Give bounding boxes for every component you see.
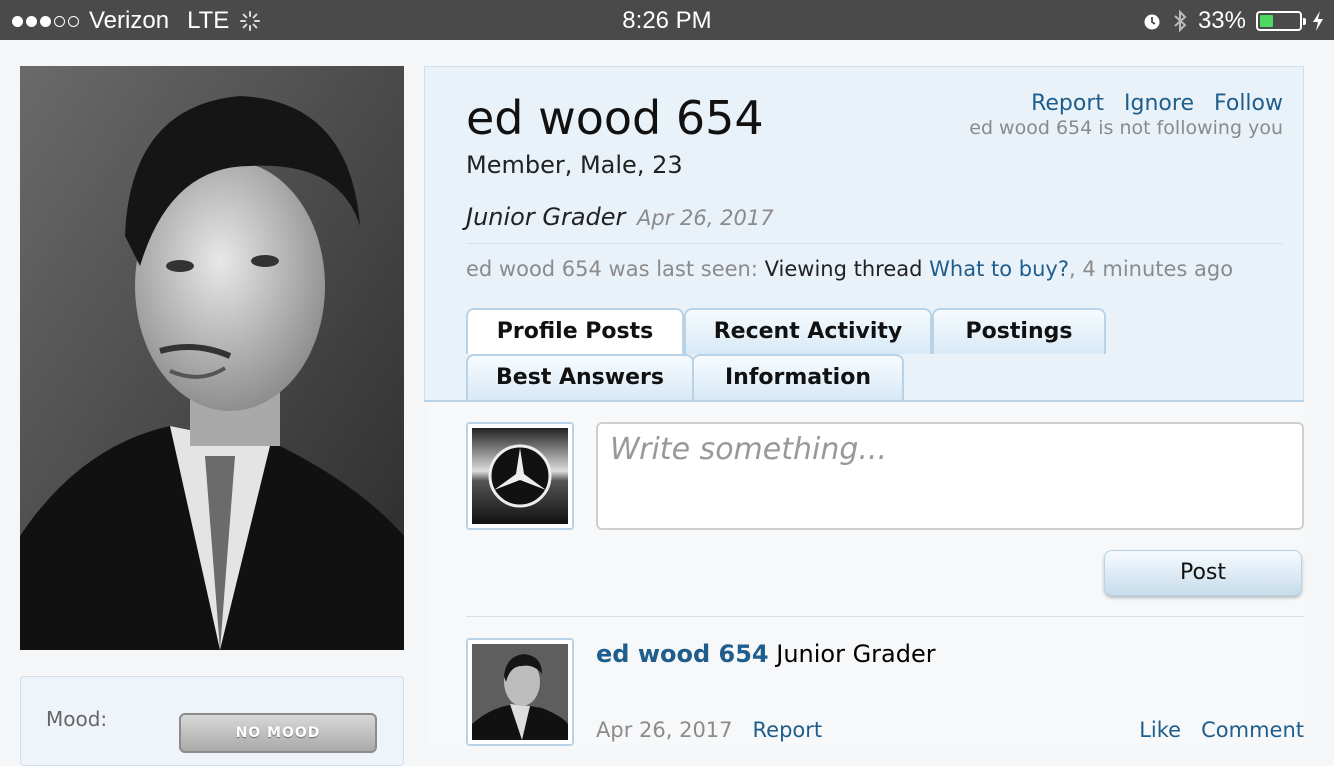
tab-profile-posts[interactable]: Profile Posts <box>466 308 684 354</box>
tab-information[interactable]: Information <box>692 354 904 400</box>
join-date: Apr 26, 2017 <box>637 206 774 230</box>
divider <box>466 616 1304 617</box>
report-link[interactable]: Report <box>1031 91 1104 116</box>
profile-info: Member, Male, 23 <box>466 151 683 179</box>
mood-label: Mood: <box>46 707 108 731</box>
follow-status: ed wood 654 is not following you <box>969 117 1283 139</box>
status-bar: Verizon LTE 8:26 PM 33% <box>0 0 1334 40</box>
profile-actions: Report Ignore Follow <box>1031 91 1283 116</box>
author-photo-thumbnail <box>472 644 568 740</box>
charging-bolt-icon <box>1313 11 1323 31</box>
profile-photo <box>20 66 404 650</box>
post-meta: Apr 26, 2017 Report <box>596 718 822 742</box>
ignore-link[interactable]: Ignore <box>1124 91 1194 116</box>
post-author-title: Junior Grader <box>776 640 936 668</box>
bluetooth-icon <box>1174 9 1187 33</box>
profile-name: ed wood 654 <box>466 91 764 145</box>
profile-post-input[interactable] <box>596 422 1304 530</box>
last-seen-activity: Viewing thread <box>764 257 923 281</box>
clock: 8:26 PM <box>622 7 712 34</box>
mood-button[interactable]: NO MOOD <box>179 713 377 753</box>
last-seen: ed wood 654 was last seen: Viewing threa… <box>466 257 1233 281</box>
profile-title: Junior Grader Apr 26, 2017 <box>466 203 774 231</box>
comment-link[interactable]: Comment <box>1201 718 1304 742</box>
divider <box>466 243 1283 244</box>
mood-panel: Mood: NO MOOD <box>20 676 404 766</box>
last-seen-prefix: ed wood 654 was last seen: <box>466 257 758 281</box>
post-author-link[interactable]: ed wood 654 <box>596 640 769 668</box>
post-report-link[interactable]: Report <box>753 718 823 742</box>
current-user-avatar[interactable] <box>466 422 574 530</box>
battery-percent: 33% <box>1197 7 1246 34</box>
post-button[interactable]: Post <box>1104 550 1302 596</box>
follow-link[interactable]: Follow <box>1214 91 1283 116</box>
last-seen-time: , 4 minutes ago <box>1068 257 1234 281</box>
post-actions: Like Comment <box>1139 718 1304 742</box>
car-logo-icon <box>472 428 568 524</box>
alarm-icon <box>1144 14 1160 30</box>
user-title: Junior Grader <box>466 203 626 231</box>
battery-fill <box>1260 15 1273 27</box>
last-seen-thread-link[interactable]: What to buy? <box>929 257 1069 281</box>
tab-recent-activity[interactable]: Recent Activity <box>684 308 932 354</box>
tab-best-answers[interactable]: Best Answers <box>466 354 694 400</box>
battery-icon <box>1256 11 1306 31</box>
post-author-avatar[interactable] <box>466 638 574 746</box>
post-date: Apr 26, 2017 <box>596 718 733 742</box>
like-link[interactable]: Like <box>1139 718 1181 742</box>
post-header: ed wood 654 Junior Grader <box>596 640 936 668</box>
tab-postings[interactable]: Postings <box>932 308 1106 354</box>
